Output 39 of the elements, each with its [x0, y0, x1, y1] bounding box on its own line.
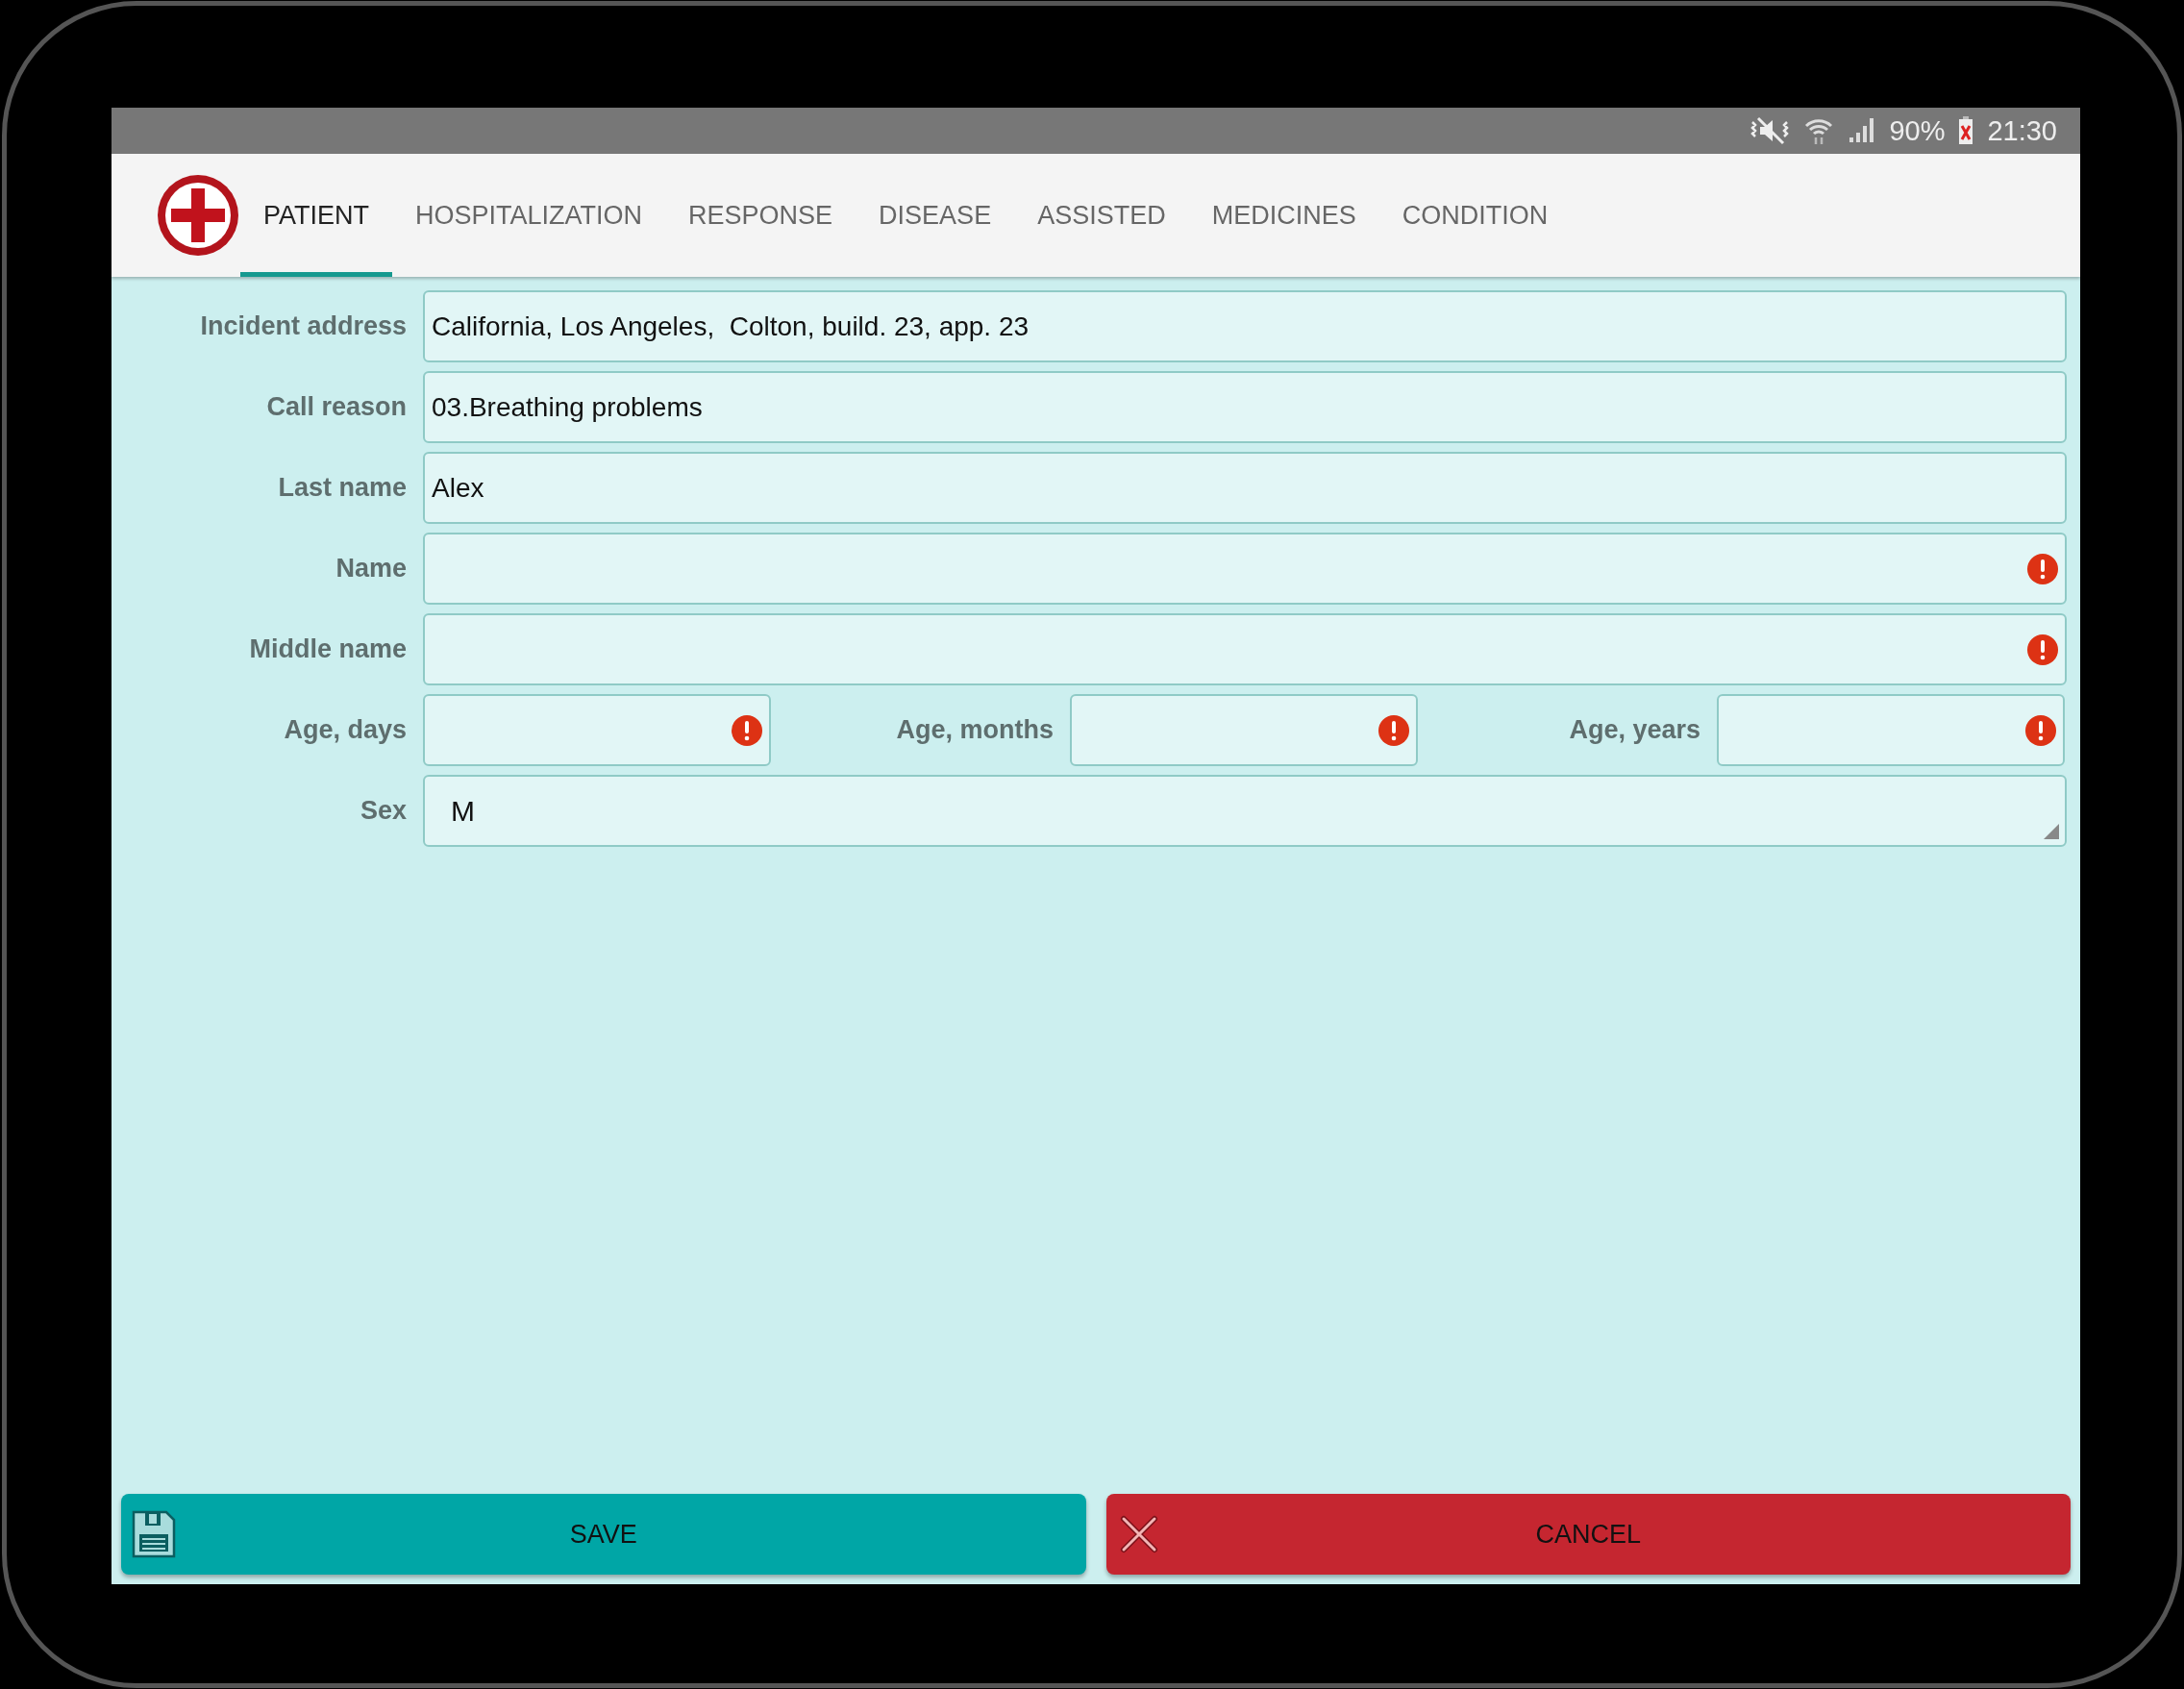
cancel-button[interactable]: CANCEL	[1105, 1494, 2071, 1575]
input-field[interactable]	[423, 613, 2067, 685]
tab[interactable]: ASSISTED	[1014, 154, 1189, 277]
wifi-icon	[1804, 116, 1834, 145]
select-field[interactable]: M	[423, 775, 2067, 847]
field-label: Sex	[359, 796, 408, 826]
field-label: Name	[335, 554, 408, 584]
input-field[interactable]: 03.Breathing problems	[423, 371, 2067, 443]
tab[interactable]: PATIENT	[240, 154, 392, 277]
field-label: Call reason	[265, 392, 408, 422]
medical-cross-logo-icon	[156, 173, 240, 258]
battery-percentage: 90%	[1889, 114, 1946, 147]
error-icon	[2025, 714, 2056, 746]
tab[interactable]: DISEASE	[856, 154, 1015, 277]
input-field[interactable]	[423, 533, 2067, 605]
tab[interactable]: CONDITION	[1378, 154, 1572, 277]
input-field[interactable]: California, Los Angeles, Colton, build. 23, app. 23	[423, 290, 2067, 362]
input-field[interactable]	[423, 694, 771, 766]
dropdown-corner-icon	[2044, 824, 2059, 839]
field-label: Middle name	[248, 634, 408, 664]
field-label: Last name	[277, 473, 408, 503]
clock-time: 21:30	[1987, 114, 2057, 147]
battery-icon	[1958, 116, 1974, 145]
save-button[interactable]: SAVE	[121, 1494, 1086, 1575]
error-icon	[2027, 633, 2058, 665]
error-icon	[1378, 714, 1409, 746]
input-field[interactable]	[1717, 694, 2065, 766]
input-field[interactable]	[1070, 694, 1418, 766]
error-icon	[732, 714, 762, 746]
error-icon	[2027, 553, 2058, 584]
field-label: Incident address	[199, 311, 408, 341]
field-label: Age, months	[895, 715, 1055, 745]
tab[interactable]: HOSPITALIZATION	[392, 154, 666, 277]
field-label: Age, days	[283, 715, 408, 745]
tab[interactable]: RESPONSE	[665, 154, 856, 277]
field-label: Age, years	[1568, 715, 1701, 745]
tab[interactable]: MEDICINES	[1188, 154, 1379, 277]
input-field[interactable]: Alex	[423, 452, 2067, 524]
signal-icon	[1847, 116, 1876, 145]
